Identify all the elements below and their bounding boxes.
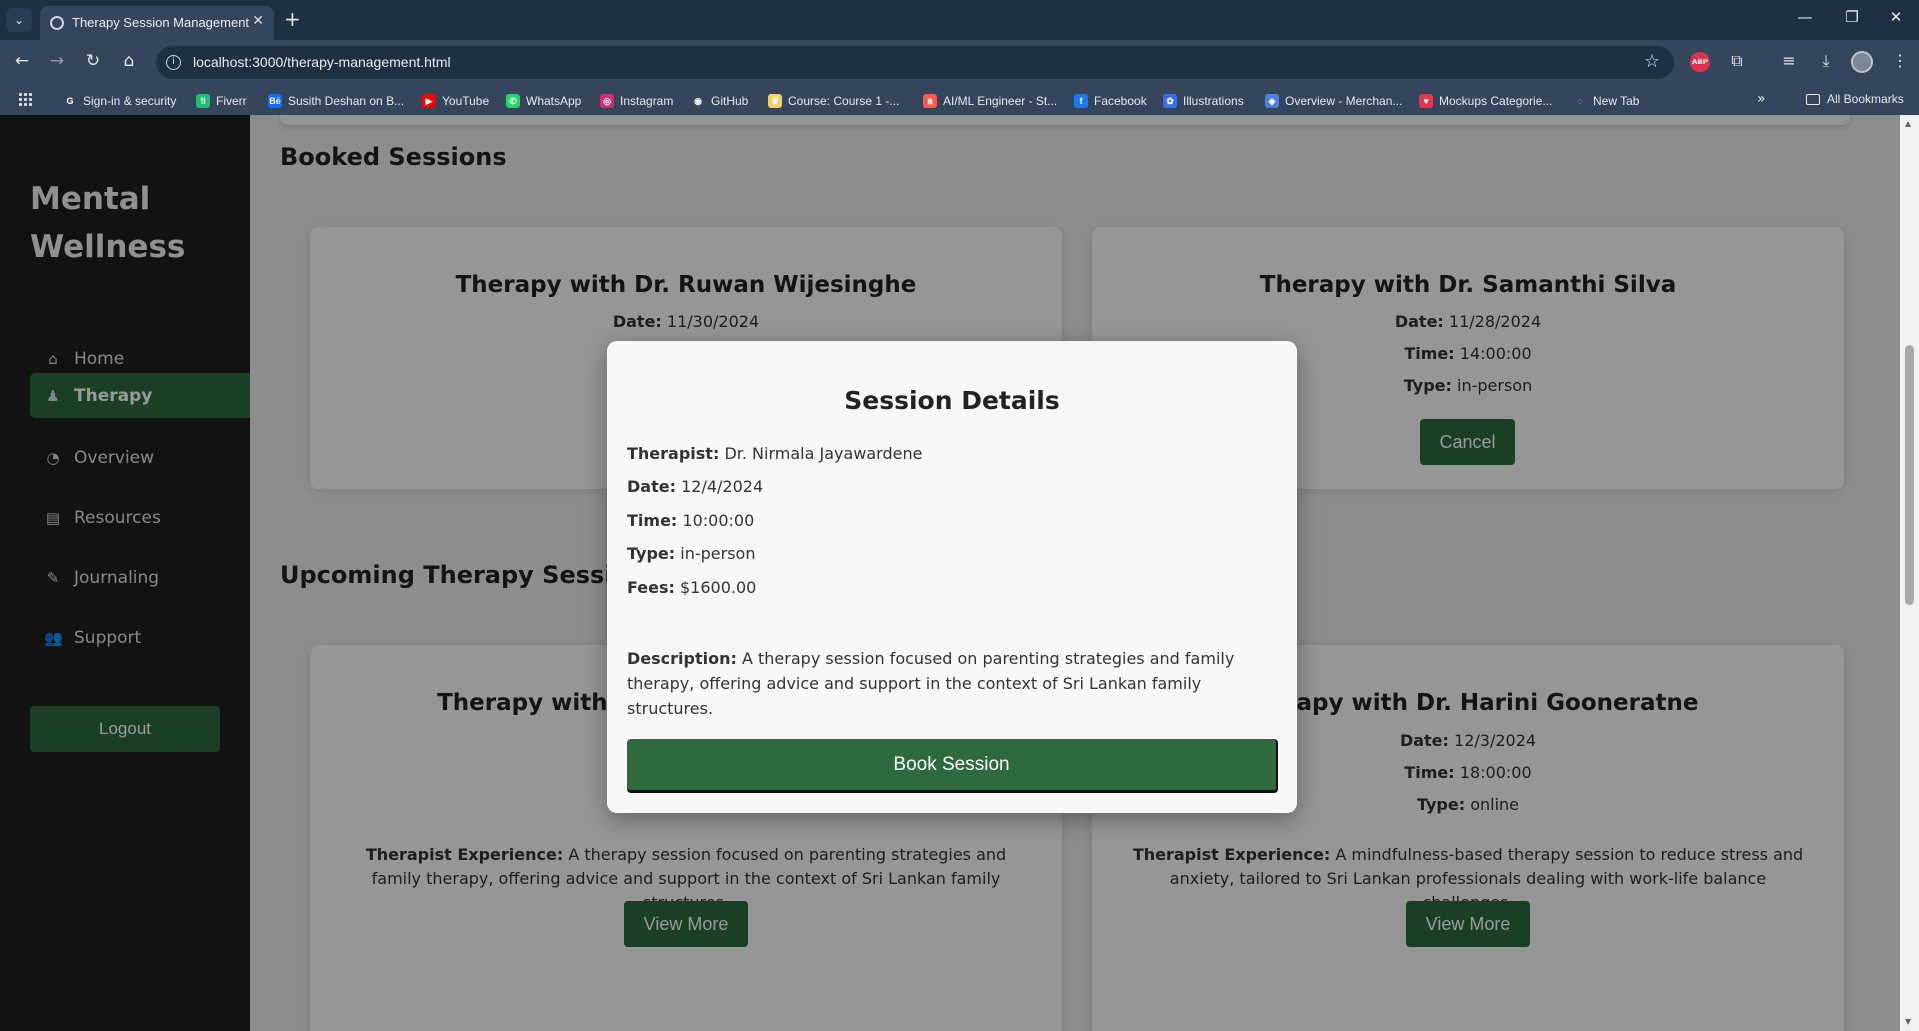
adblock-extension-icon[interactable]: ABP bbox=[1690, 52, 1710, 72]
bookmark-item[interactable]: ⋔ AI/ML Engineer - St... bbox=[923, 92, 1057, 110]
bookmark-item[interactable]: ♥ Mockups Categorie... bbox=[1419, 92, 1552, 110]
bookmark-item[interactable]: ◌ New Tab bbox=[1573, 92, 1639, 110]
bookmark-item[interactable]: f Facebook bbox=[1074, 92, 1147, 110]
bookmark-label: WhatsApp bbox=[526, 94, 582, 108]
more-bookmarks-icon[interactable]: » bbox=[1757, 91, 1766, 107]
home-browser-icon[interactable]: ⌂ bbox=[117, 51, 141, 71]
bookmark-item[interactable]: ◈ Overview - Merchan... bbox=[1265, 92, 1402, 110]
github-icon: ◉ bbox=[694, 96, 702, 106]
bookmark-label: Fiverr bbox=[216, 94, 247, 108]
modal-type: Type: in-person bbox=[627, 544, 756, 563]
bookmark-label: Overview - Merchan... bbox=[1285, 94, 1403, 108]
bookmark-label: Facebook bbox=[1094, 94, 1147, 108]
profile-avatar[interactable] bbox=[1851, 51, 1873, 73]
download-icon[interactable]: ⤓ bbox=[1814, 51, 1838, 71]
google-icon: G bbox=[66, 96, 74, 106]
modal-date: Date: 12/4/2024 bbox=[627, 477, 764, 496]
book-session-button[interactable]: Book Session bbox=[627, 739, 1278, 793]
bookmark-item[interactable]: ✆ WhatsApp bbox=[506, 92, 581, 110]
tab-search-menu-icon[interactable]: ⌄ bbox=[6, 8, 32, 32]
browser-tab-active[interactable]: Therapy Session Management ✕ bbox=[40, 6, 274, 40]
bookmark-label: Mockups Categorie... bbox=[1439, 94, 1553, 108]
address-toolbar: ← → ↻ ⌂ i localhost:3000/therapy-managem… bbox=[0, 40, 1919, 85]
browser-tab-strip: ⌄ Therapy Session Management ✕ + — ❐ ✕ bbox=[0, 0, 1919, 40]
session-details-modal: Session Details Therapist: Dr. Nirmala J… bbox=[607, 341, 1297, 813]
modal-title: Session Details bbox=[844, 386, 1060, 415]
youtube-icon: ▶ bbox=[422, 94, 436, 108]
reload-icon[interactable]: ↻ bbox=[81, 51, 105, 71]
bookmark-label: Illustrations bbox=[1183, 94, 1244, 108]
modal-description: Description: A therapy session focused o… bbox=[627, 649, 1235, 718]
scroll-up-icon[interactable]: ▲ bbox=[1905, 119, 1911, 128]
scrollbar-thumb[interactable] bbox=[1905, 345, 1914, 605]
globe-icon: ◌ bbox=[1577, 96, 1583, 106]
bookmark-label: Course: Course 1 -... bbox=[788, 94, 900, 108]
modal-therapist: Therapist: Dr. Nirmala Jayawardene bbox=[627, 444, 923, 463]
merch-icon: ◈ bbox=[1265, 94, 1279, 108]
bookmarks-bar: » All Bookmarks G Sign-in & security fi Fiv… bbox=[0, 85, 1919, 115]
apps-grid-icon[interactable] bbox=[18, 92, 32, 106]
behance-icon: Bē bbox=[268, 94, 282, 108]
extensions-puzzle-icon[interactable]: ⧉ bbox=[1725, 51, 1749, 71]
window-close-icon[interactable]: ✕ bbox=[1881, 8, 1911, 26]
bookmark-item[interactable]: ✿ Illustrations bbox=[1163, 92, 1244, 110]
media-queue-icon[interactable]: ≡ bbox=[1777, 51, 1801, 70]
bookmark-label: New Tab bbox=[1593, 94, 1640, 108]
page-viewport: Mental Wellness ⌂ Home ♟ Therapy ◔ Overv… bbox=[0, 115, 1919, 1031]
bookmark-item[interactable]: G Sign-in & security bbox=[63, 92, 176, 110]
all-bookmarks-button[interactable]: All Bookmarks bbox=[1806, 92, 1904, 106]
page-scrollbar[interactable]: ▲ ▼ bbox=[1900, 115, 1919, 1031]
facebook-icon: f bbox=[1074, 94, 1088, 108]
bookmark-label: Susith Deshan on B... bbox=[288, 94, 405, 108]
all-bookmarks-label: All Bookmarks bbox=[1827, 92, 1904, 106]
browser-menu-icon[interactable]: ⋮ bbox=[1888, 51, 1912, 70]
site-info-icon[interactable]: i bbox=[166, 55, 181, 70]
bookmark-item[interactable]: ◎ Instagram bbox=[600, 92, 673, 110]
instagram-icon: ◎ bbox=[600, 94, 614, 108]
bookmark-item[interactable]: Bē Susith Deshan on B... bbox=[268, 92, 404, 110]
bookmark-label: AI/ML Engineer - St... bbox=[943, 94, 1058, 108]
tab-close-icon[interactable]: ✕ bbox=[252, 13, 264, 29]
mockups-icon: ♥ bbox=[1419, 94, 1433, 108]
folder-icon bbox=[1806, 93, 1820, 105]
address-bar[interactable]: i localhost:3000/therapy-management.html… bbox=[156, 46, 1674, 79]
bookmark-label: GitHub bbox=[711, 94, 749, 108]
bookmark-item[interactable]: ◉ GitHub bbox=[691, 92, 748, 110]
bookmark-label: YouTube bbox=[442, 94, 490, 108]
tab-title: Therapy Session Management bbox=[72, 15, 250, 30]
scroll-down-icon[interactable]: ▼ bbox=[1905, 1017, 1911, 1026]
bookmark-label: Instagram bbox=[620, 94, 674, 108]
modal-fees: Fees: $1600.00 bbox=[627, 578, 757, 597]
bookmark-label: Sign-in & security bbox=[83, 94, 177, 108]
restore-icon[interactable]: ❐ bbox=[1837, 8, 1867, 26]
whatsapp-icon: ✆ bbox=[506, 94, 520, 108]
minimize-icon[interactable]: — bbox=[1790, 8, 1820, 26]
bookmark-star-icon[interactable]: ☆ bbox=[1644, 51, 1660, 72]
bookmark-item[interactable]: ♛ Course: Course 1 -... bbox=[768, 92, 899, 110]
course-icon: ♛ bbox=[768, 94, 782, 108]
bookmark-item[interactable]: ▶ YouTube bbox=[422, 92, 489, 110]
fiverr-icon: fi bbox=[196, 94, 210, 108]
aiml-icon: ⋔ bbox=[923, 94, 937, 108]
bookmark-item[interactable]: fi Fiverr bbox=[196, 92, 247, 110]
back-icon[interactable]: ← bbox=[10, 51, 34, 71]
url-text[interactable]: localhost:3000/therapy-management.html bbox=[193, 54, 451, 70]
forward-icon[interactable]: → bbox=[45, 51, 69, 71]
new-tab-icon[interactable]: + bbox=[284, 8, 301, 30]
illustrations-icon: ✿ bbox=[1163, 94, 1177, 108]
tab-favicon-icon bbox=[50, 16, 64, 30]
modal-time: Time: 10:00:00 bbox=[627, 511, 755, 530]
